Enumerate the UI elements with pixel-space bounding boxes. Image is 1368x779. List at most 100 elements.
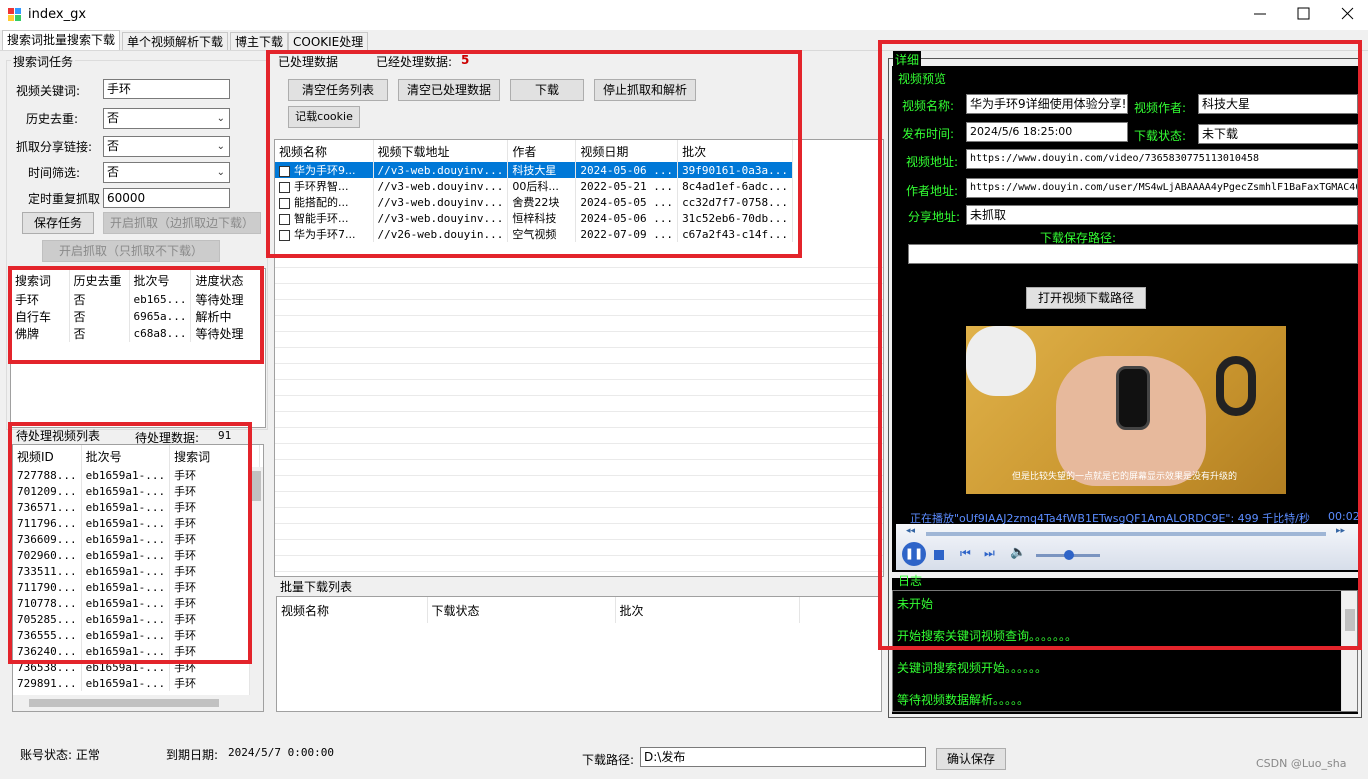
save-path-field[interactable] [908, 244, 1358, 264]
table-row[interactable]: 华为手环9... //v3-web.douyinv... 科技大星 2024-05-0… [275, 162, 794, 178]
timer-input[interactable]: 60000 [103, 188, 230, 208]
table-row[interactable]: 710778... eb1659a1-... 手环 [13, 595, 261, 611]
rewind-icon[interactable]: ◂◂ [906, 526, 915, 536]
pending-col-keyword[interactable]: 搜索词 [169, 445, 261, 467]
task-table[interactable]: 搜索词 历史去重 批次号 进度状态 手环否 eb165... 等待处理 自行车否 69… [10, 268, 266, 428]
processed-col-batch[interactable]: 批次 [677, 140, 794, 162]
start-crawl-only-button[interactable]: 开启抓取（只抓取不下载） [42, 240, 220, 262]
keyword-input[interactable]: 手环 [103, 79, 230, 99]
seek-bar[interactable] [926, 532, 1326, 536]
table-row[interactable]: 702960... eb1659a1-... 手环 [13, 547, 261, 563]
video-url-field[interactable]: https://www.douyin.com/video/73658307751… [966, 149, 1358, 169]
tab-keyword-batch[interactable]: 搜索词批量搜索下载 [2, 30, 121, 50]
table-row[interactable]: 能搭配的... //v3-web.douyinv... 舍费22块 2024-05-0… [275, 194, 794, 210]
processed-count: 5 [461, 53, 470, 67]
fast-forward-icon[interactable]: ▸▸ [1336, 526, 1345, 536]
processed-table[interactable]: 视频名称 视频下载地址 作者 视频日期 批次 华为手环9... //v3-web.… [274, 139, 884, 577]
volume-slider[interactable] [1036, 550, 1100, 560]
previous-icon[interactable]: ⏮ [960, 546, 971, 561]
task-col-keyword[interactable]: 搜索词 [11, 269, 70, 291]
stop-icon[interactable] [934, 550, 944, 560]
tab-cookie[interactable]: COOKIE处理 [288, 32, 369, 50]
processed-col-date[interactable]: 视频日期 [575, 140, 679, 162]
cell: 2024-05-05 ... [575, 194, 679, 210]
save-task-button[interactable]: 保存任务 [22, 212, 94, 234]
processed-col-url[interactable]: 视频下载地址 [373, 140, 509, 162]
processed-col-author[interactable]: 作者 [507, 140, 577, 162]
task-col-batch[interactable]: 批次号 [129, 269, 192, 291]
table-row[interactable]: 华为手环7... //v26-web.douyin... 空气视频 2022-07-0… [275, 226, 794, 242]
cell: 31c52eb6-70db... [677, 210, 794, 226]
video-frame[interactable]: 但是比较失望的一点就是它的屏幕显示效果是没有升级的 [966, 326, 1286, 494]
table-row[interactable]: 701209... eb1659a1-... 手环 [13, 483, 261, 499]
clear-task-list-button[interactable]: 清空任务列表 [288, 79, 388, 101]
task-col-status[interactable]: 进度状态 [190, 269, 262, 291]
row-checkbox[interactable] [279, 197, 290, 209]
pause-icon[interactable]: ❚❚ [902, 542, 926, 566]
next-icon[interactable]: ⏭ [984, 546, 995, 561]
processed-col-name[interactable]: 视频名称 [275, 140, 374, 162]
table-row[interactable]: 736555... eb1659a1-... 手环 [13, 627, 261, 643]
pending-scrollbar[interactable] [249, 467, 263, 695]
confirm-save-button[interactable]: 确认保存 [936, 748, 1006, 770]
dedup-select[interactable]: 否 ⌄ [103, 108, 230, 129]
table-row[interactable]: 736538... eb1659a1-... 手环 [13, 659, 261, 675]
pending-table[interactable]: 视频ID 批次号 搜索词 727788... eb1659a1-... 手环 7012… [12, 444, 264, 712]
start-crawl-download-button[interactable]: 开启抓取（边抓取边下载） [103, 212, 261, 234]
table-row[interactable]: 711790... eb1659a1-... 手环 [13, 579, 261, 595]
tab-single-video[interactable]: 单个视频解析下载 [122, 32, 229, 50]
log-textarea[interactable]: 未开始 开始搜索关键词视频查询。。。。。。。 关键词搜索视频开始。。。。。。 等… [892, 590, 1358, 712]
table-row[interactable]: 727788... eb1659a1-... 手环 [13, 467, 261, 483]
pending-col-id[interactable]: 视频ID [13, 445, 82, 467]
scroll-thumb[interactable] [252, 471, 261, 501]
batch-col-status[interactable]: 下载状态 [427, 597, 616, 623]
log-scrollbar[interactable] [1341, 591, 1357, 711]
share-url-field[interactable]: 未抓取 [966, 205, 1358, 225]
time-code: 00:02 [1328, 510, 1360, 523]
video-name-field[interactable]: 华为手环9详细使用体验分享! [966, 94, 1128, 114]
pending-hscrollbar[interactable] [13, 695, 263, 711]
minimize-icon[interactable] [1250, 6, 1270, 22]
row-checkbox[interactable] [279, 213, 290, 225]
maximize-icon[interactable] [1294, 6, 1314, 22]
open-video-path-button[interactable]: 打开视频下载路径 [1026, 287, 1146, 309]
row-checkbox[interactable] [279, 229, 290, 241]
table-row[interactable]: 711796... eb1659a1-... 手环 [13, 515, 261, 531]
batch-table[interactable]: 视频名称 下载状态 批次 [276, 596, 882, 712]
table-row[interactable]: 705285... eb1659a1-... 手环 [13, 611, 261, 627]
scroll-thumb[interactable] [1345, 609, 1355, 631]
table-row[interactable]: 智能手环... //v3-web.douyinv... 恒梓科技 2024-05-06… [275, 210, 794, 226]
share-select[interactable]: 否 ⌄ [103, 136, 230, 157]
table-row[interactable]: 729891... eb1659a1-... 手环 [13, 675, 261, 691]
hscroll-thumb[interactable] [29, 699, 219, 707]
table-row[interactable]: 736609... eb1659a1-... 手环 [13, 531, 261, 547]
stop-crawl-button[interactable]: 停止抓取和解析 [594, 79, 696, 101]
download-path-input[interactable]: D:\发布 [640, 747, 926, 767]
table-row[interactable]: 自行车否 6965a... 解析中 [11, 308, 262, 325]
video-author-field[interactable]: 科技大星 [1198, 94, 1358, 114]
table-row[interactable]: 手环否 eb165... 等待处理 [11, 291, 262, 308]
download-status-field[interactable]: 未下载 [1198, 124, 1358, 144]
table-row[interactable]: 佛牌否 c68a8... 等待处理 [11, 325, 262, 342]
download-button[interactable]: 下载 [510, 79, 584, 101]
table-row[interactable]: 736571... eb1659a1-... 手环 [13, 499, 261, 515]
author-url-field[interactable]: https://www.douyin.com/user/MS4wLjABAAAA… [966, 178, 1358, 198]
batch-col-batch[interactable]: 批次 [615, 597, 800, 623]
publish-time-field[interactable]: 2024/5/6 18:25:00 [966, 122, 1128, 142]
volume-icon[interactable]: 🔈 [1010, 545, 1026, 560]
table-row[interactable]: 733511... eb1659a1-... 手环 [13, 563, 261, 579]
search-task-title: 搜索词任务 [11, 53, 76, 70]
pending-col-batch[interactable]: 批次号 [81, 445, 171, 467]
row-checkbox[interactable] [279, 165, 290, 177]
load-cookie-button[interactable]: 记载cookie [288, 106, 360, 128]
tab-blogger[interactable]: 博主下载 [230, 32, 289, 50]
time-filter-select[interactable]: 否 ⌄ [103, 162, 230, 183]
close-icon[interactable] [1338, 6, 1358, 22]
batch-col-name[interactable]: 视频名称 [277, 597, 428, 623]
table-row[interactable]: 手环界智... //v3-web.douyinv... 00后科... 2022-05… [275, 178, 794, 194]
task-col-dedup[interactable]: 历史去重 [69, 269, 130, 291]
clear-processed-button[interactable]: 清空已处理数据 [398, 79, 500, 101]
row-checkbox[interactable] [279, 181, 290, 193]
table-row[interactable]: 736240... eb1659a1-... 手环 [13, 643, 261, 659]
volume-thumb[interactable] [1064, 550, 1074, 560]
